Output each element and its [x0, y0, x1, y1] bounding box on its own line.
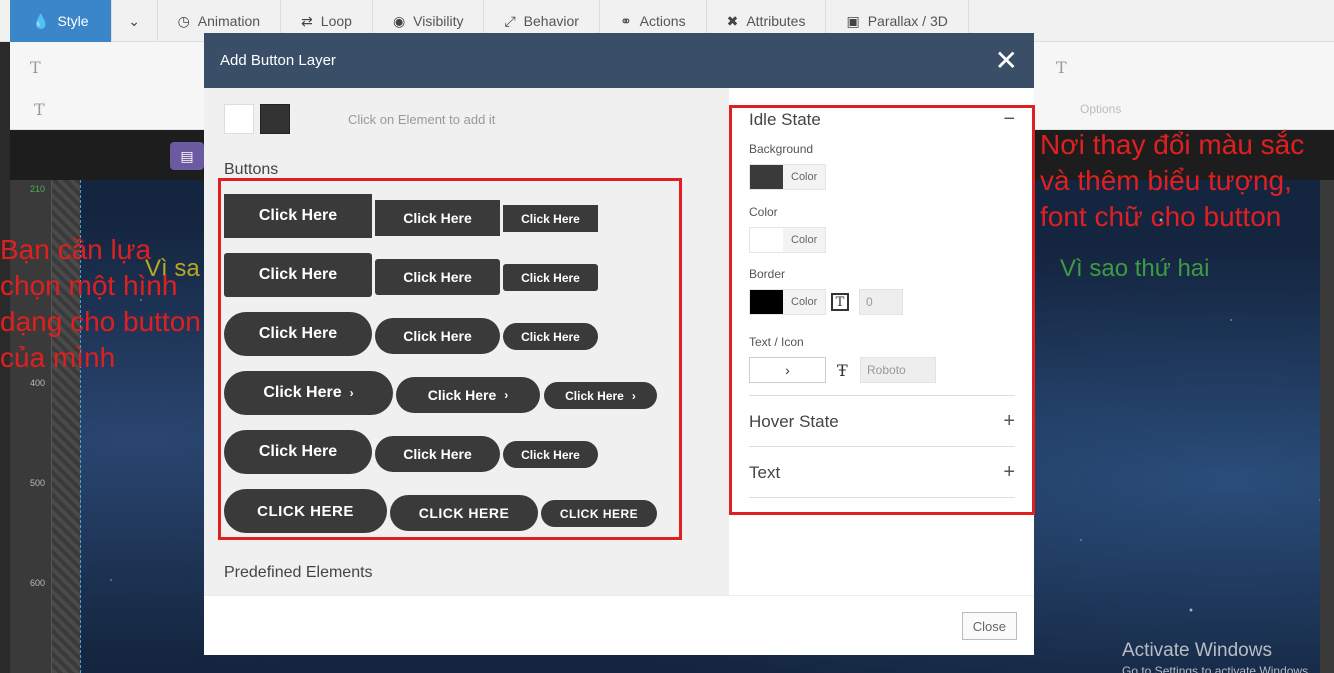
- modal-footer: Close: [204, 595, 1034, 655]
- button-pill-small[interactable]: Click Here: [503, 323, 598, 350]
- button-pill-icon-small[interactable]: Click Here ›: [544, 382, 657, 409]
- close-button[interactable]: Close: [961, 612, 1017, 640]
- button-pill-alt-large[interactable]: Click Here: [224, 430, 372, 474]
- clock-icon: ◷: [177, 12, 190, 29]
- expand-icon: ⤢: [504, 12, 516, 29]
- icon-selector[interactable]: ›: [749, 357, 826, 383]
- eye-icon: ◉: [392, 12, 406, 29]
- stage-padding-right: [1320, 180, 1334, 673]
- divider: [749, 446, 1015, 447]
- border-width-input[interactable]: 0: [859, 289, 903, 315]
- text-color-picker[interactable]: Color: [749, 227, 827, 253]
- text-icon-label: Text / Icon: [749, 335, 804, 349]
- background-color-picker[interactable]: Color: [749, 164, 827, 190]
- button-caps-medium[interactable]: CLICK HERE: [390, 495, 538, 531]
- button-pill-large[interactable]: Click Here: [224, 312, 372, 356]
- divider: [749, 497, 1015, 498]
- button-pill-icon-large[interactable]: Click Here ›: [224, 371, 393, 415]
- close-icon[interactable]: ✕: [995, 46, 1018, 75]
- button-pill-alt-medium[interactable]: Click Here: [375, 436, 500, 472]
- ruler-tick: 500: [30, 478, 46, 488]
- border-width-icon: T: [831, 293, 849, 311]
- border-color-picker[interactable]: Color: [749, 289, 827, 315]
- button-rounded-large[interactable]: Click Here: [224, 253, 372, 297]
- border-label: Border: [749, 267, 786, 281]
- stage-layer-text-right[interactable]: Vì sao thứ hai: [1060, 255, 1209, 283]
- loop-icon: ⇄: [301, 12, 313, 29]
- font-family-input[interactable]: Roboto: [860, 357, 936, 383]
- annotation-right: Nơi thay đổi màu sắc và thêm biểu tượng,…: [1040, 129, 1305, 232]
- button-pill-medium[interactable]: Click Here: [375, 318, 500, 354]
- text-transform-icon[interactable]: T: [1056, 58, 1067, 77]
- button-caps-large[interactable]: CLICK HERE: [224, 489, 387, 533]
- idle-state-header[interactable]: Idle State −: [749, 108, 1015, 131]
- activate-windows-subtitle: Go to Settings to activate Windows.: [1122, 664, 1312, 673]
- text-style-icon[interactable]: T: [30, 58, 41, 77]
- annotation-left: Bạn cần lựa chọn một hình dạng cho butto…: [0, 234, 201, 373]
- link-icon: ⚭: [619, 12, 632, 29]
- button-square-small[interactable]: Click Here: [503, 205, 598, 232]
- button-pill-icon-medium[interactable]: Click Here ›: [396, 377, 540, 413]
- button-square-medium[interactable]: Click Here: [375, 200, 500, 236]
- button-square-large[interactable]: Click Here: [224, 194, 372, 238]
- add-button-layer-modal: Add Button Layer ✕ Click on Element to a…: [204, 33, 1035, 655]
- buttons-heading: Buttons: [224, 161, 279, 178]
- hover-state-header[interactable]: Hover State +: [749, 410, 1015, 433]
- divider: [749, 395, 1015, 396]
- ruler-tick: 600: [30, 578, 46, 588]
- modal-header: Add Button Layer ✕: [204, 33, 1034, 88]
- style-dropdown[interactable]: ⌄: [112, 0, 158, 42]
- chevron-right-icon: ›: [631, 388, 636, 403]
- button-gallery: Click on Element to add it Buttons Click…: [204, 88, 729, 595]
- add-hint: Click on Element to add it: [348, 112, 496, 127]
- chevron-right-icon: ›: [349, 386, 354, 400]
- drop-icon: 💧: [32, 12, 50, 29]
- chevron-right-icon: ›: [785, 362, 790, 378]
- background-label: Background: [749, 142, 814, 156]
- style-panel: Idle State − Background Color Color Colo…: [729, 88, 1035, 595]
- collapse-icon[interactable]: −: [1003, 108, 1015, 131]
- button-pill-alt-small[interactable]: Click Here: [503, 441, 598, 468]
- tools-icon: ✖: [726, 12, 739, 29]
- text-section-header[interactable]: Text +: [749, 461, 1015, 484]
- dark-theme-swatch[interactable]: [260, 104, 290, 134]
- color-label: Color: [749, 205, 778, 219]
- expand-icon[interactable]: +: [1003, 410, 1015, 433]
- text-color-chip: [750, 228, 783, 252]
- chevron-down-icon: ⌄: [128, 12, 140, 29]
- button-rounded-medium[interactable]: Click Here: [375, 259, 500, 295]
- font-icon: Ŧ: [837, 361, 848, 380]
- layer-badge-icon[interactable]: ▤: [170, 142, 204, 170]
- light-theme-swatch[interactable]: [224, 104, 254, 134]
- border-color-chip: [750, 290, 783, 314]
- activate-windows-title: Activate Windows: [1122, 640, 1272, 661]
- options-label: Options: [1080, 102, 1122, 116]
- expand-icon[interactable]: +: [1003, 461, 1015, 484]
- ruler-tick: 400: [30, 378, 46, 388]
- button-caps-small[interactable]: CLICK HERE: [541, 500, 657, 527]
- background-color-chip: [750, 165, 783, 189]
- ruler-tick: 210: [30, 184, 46, 194]
- tab-style[interactable]: 💧 Style: [10, 0, 112, 42]
- button-rounded-small[interactable]: Click Here: [503, 264, 598, 291]
- image-icon: ▣: [846, 12, 860, 29]
- text-size-icon[interactable]: T: [34, 100, 45, 119]
- predefined-heading: Predefined Elements: [224, 564, 373, 581]
- chevron-right-icon: ›: [504, 388, 509, 402]
- modal-title: Add Button Layer: [220, 52, 336, 69]
